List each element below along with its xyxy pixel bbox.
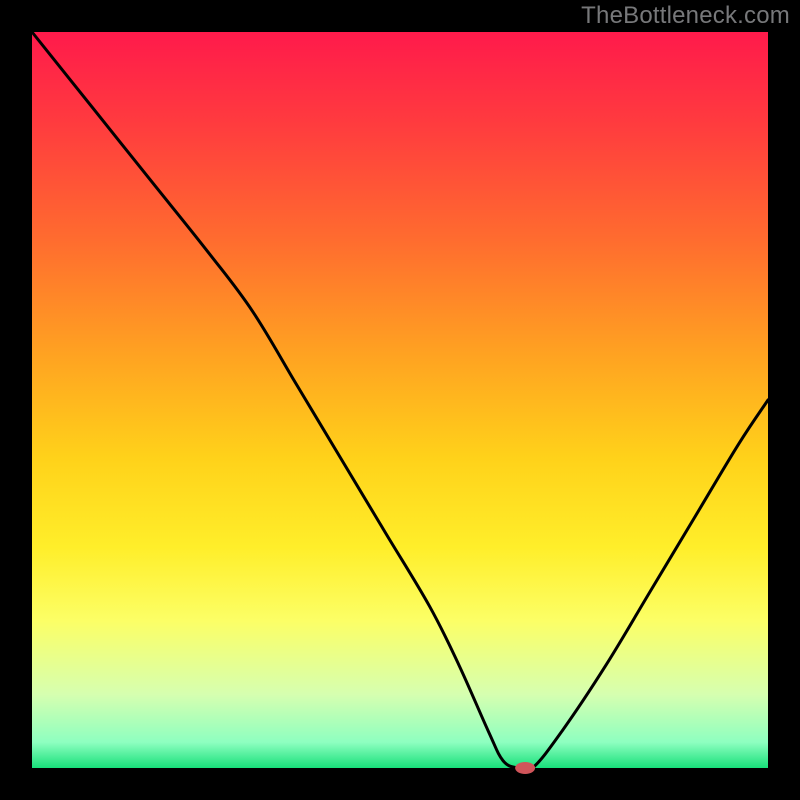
gradient-background xyxy=(32,32,768,768)
optimum-marker xyxy=(515,762,535,774)
chart-frame: TheBottleneck.com xyxy=(0,0,800,800)
bottleneck-chart xyxy=(0,0,800,800)
watermark-text: TheBottleneck.com xyxy=(581,2,790,30)
